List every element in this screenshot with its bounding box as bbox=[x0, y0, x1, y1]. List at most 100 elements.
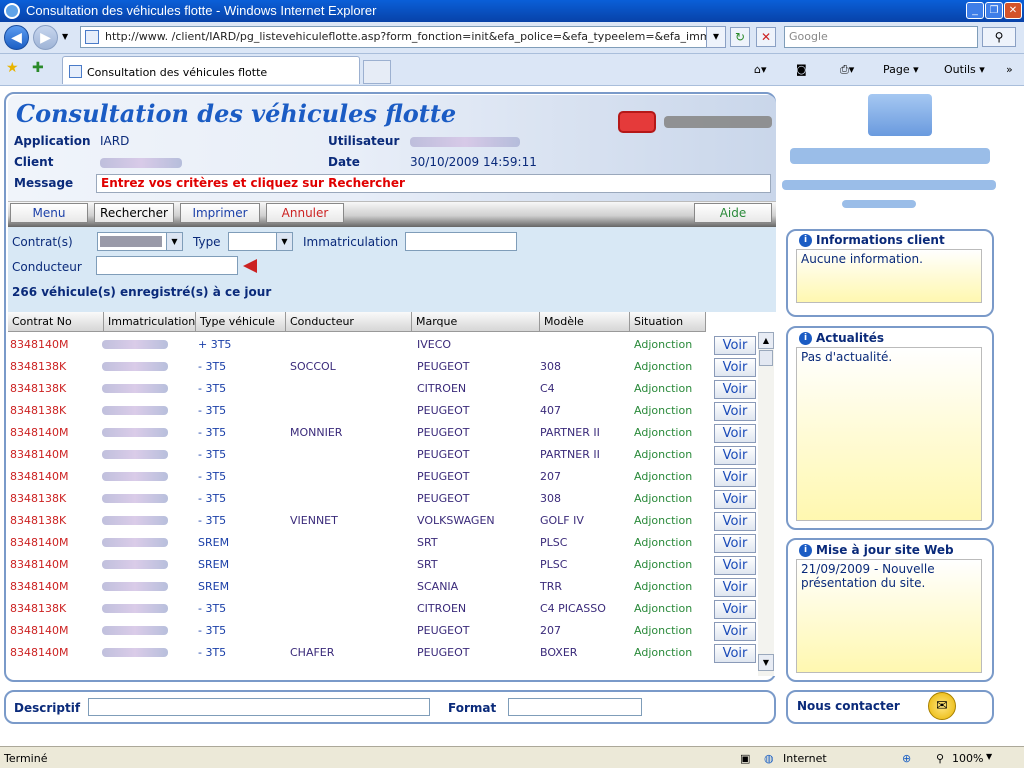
voir-button[interactable]: Voir bbox=[714, 578, 756, 597]
scroll-down-icon[interactable]: ▼ bbox=[758, 654, 774, 671]
contact-envelope-icon[interactable]: ✉ bbox=[928, 692, 956, 720]
table-row: 8348138K - 3T5 CITROEN C4 Adjonction Voir bbox=[8, 378, 758, 400]
maximize-button[interactable]: ❐ bbox=[985, 2, 1003, 19]
chevron-more-icon[interactable]: » bbox=[1006, 63, 1013, 76]
new-tab-button[interactable] bbox=[363, 60, 391, 84]
col-header-contrat[interactable]: Contrat No bbox=[8, 312, 104, 332]
window-titlebar: Consultation des véhicules flotte - Wind… bbox=[0, 0, 1024, 22]
info-icon: i bbox=[799, 544, 812, 557]
cell-modele: TRR bbox=[540, 580, 563, 593]
scroll-up-icon[interactable]: ▲ bbox=[758, 332, 774, 349]
voir-button[interactable]: Voir bbox=[714, 600, 756, 619]
page-title: Consultation des véhicules flotte bbox=[16, 99, 457, 128]
menu-button[interactable]: Menu bbox=[10, 203, 88, 223]
cell-contrat: 8348140M bbox=[10, 448, 69, 461]
cell-type: - 3T5 bbox=[198, 360, 227, 373]
cell-immatriculation-redacted bbox=[102, 362, 168, 371]
table-row: 8348140M SREM SCANIA TRR Adjonction Voir bbox=[8, 576, 758, 598]
search-arrow-icon[interactable] bbox=[243, 259, 257, 273]
application-value: IARD bbox=[100, 134, 130, 148]
stop-icon[interactable]: ✕ bbox=[756, 27, 776, 47]
cell-modele: PLSC bbox=[540, 536, 568, 549]
page-menu[interactable]: Page ▾ bbox=[883, 63, 919, 76]
history-dropdown-icon[interactable]: ▼ bbox=[62, 32, 68, 41]
col-header-immatriculation[interactable]: Immatriculation bbox=[104, 312, 196, 332]
feeds-icon[interactable]: ◙ bbox=[796, 63, 807, 76]
type-select[interactable]: ▼ bbox=[228, 232, 293, 251]
contrat-select[interactable]: ▼ bbox=[97, 232, 183, 251]
cell-immatriculation-redacted bbox=[102, 648, 168, 657]
tools-menu[interactable]: Outils ▾ bbox=[944, 63, 985, 76]
cell-immatriculation-redacted bbox=[102, 494, 168, 503]
voir-button[interactable]: Voir bbox=[714, 446, 756, 465]
search-icon[interactable]: ⚲ bbox=[982, 27, 1016, 47]
voir-button[interactable]: Voir bbox=[714, 402, 756, 421]
voir-button[interactable]: Voir bbox=[714, 424, 756, 443]
browser-tab[interactable]: Consultation des véhicules flotte bbox=[62, 56, 360, 84]
table-row: 8348140M - 3T5 PEUGEOT 207 Adjonction Voir bbox=[8, 620, 758, 642]
cell-contrat: 8348138K bbox=[10, 360, 67, 373]
scroll-thumb[interactable] bbox=[759, 350, 773, 366]
col-header-conducteur[interactable]: Conducteur bbox=[286, 312, 412, 332]
brand-logo bbox=[618, 111, 656, 133]
back-button[interactable]: ◀ bbox=[4, 25, 29, 50]
redacted-link bbox=[842, 200, 916, 208]
annuler-button[interactable]: Annuler bbox=[266, 203, 344, 223]
cell-marque: PEUGEOT bbox=[417, 646, 470, 659]
vehicle-count: 266 véhicule(s) enregistré(s) à ce jour bbox=[12, 285, 272, 299]
application-label: Application bbox=[14, 134, 91, 148]
voir-button[interactable]: Voir bbox=[714, 622, 756, 641]
col-header-type[interactable]: Type véhicule bbox=[196, 312, 286, 332]
zoom-icon[interactable]: ⚲ bbox=[936, 752, 944, 765]
immatriculation-input[interactable] bbox=[405, 232, 517, 251]
cell-marque: PEUGEOT bbox=[417, 470, 470, 483]
grid-scrollbar[interactable]: ▲ ▼ bbox=[758, 332, 774, 676]
cell-marque: SRT bbox=[417, 558, 438, 571]
voir-button[interactable]: Voir bbox=[714, 644, 756, 663]
minimize-button[interactable]: _ bbox=[966, 2, 984, 19]
add-favorite-icon[interactable]: ✚ bbox=[32, 60, 44, 76]
cell-situation: Adjonction bbox=[634, 404, 693, 417]
cell-type: SREM bbox=[198, 580, 230, 593]
format-input[interactable] bbox=[508, 698, 642, 716]
home-icon[interactable]: ⌂▾ bbox=[754, 63, 767, 76]
col-header-marque[interactable]: Marque bbox=[412, 312, 540, 332]
voir-button[interactable]: Voir bbox=[714, 512, 756, 531]
voir-button[interactable]: Voir bbox=[714, 468, 756, 487]
favorites-star-icon[interactable]: ★ bbox=[6, 60, 19, 76]
cell-marque: IVECO bbox=[417, 338, 452, 351]
zoom-text[interactable]: 100% bbox=[952, 752, 983, 765]
protected-mode-icon: ▣ bbox=[740, 752, 751, 765]
voir-button[interactable]: Voir bbox=[714, 358, 756, 377]
aide-button[interactable]: Aide bbox=[694, 203, 772, 223]
address-input[interactable]: http://www. /client/IARD/pg_listevehicul… bbox=[80, 26, 720, 48]
address-dropdown-icon[interactable]: ▾ bbox=[706, 26, 726, 48]
security-icon[interactable]: ⊕ bbox=[902, 752, 911, 765]
close-button[interactable]: ✕ bbox=[1004, 2, 1022, 19]
format-label: Format bbox=[448, 701, 497, 715]
table-row: 8348138K - 3T5 SOCCOL PEUGEOT 308 Adjonction V… bbox=[8, 356, 758, 378]
voir-button[interactable]: Voir bbox=[714, 534, 756, 553]
print-icon[interactable]: ⎙▾ bbox=[840, 63, 854, 77]
page-menu-label: Page bbox=[883, 63, 910, 76]
rechercher-button[interactable]: Rechercher bbox=[94, 203, 174, 223]
table-row: 8348140M SREM SRT PLSC Adjonction Voir bbox=[8, 532, 758, 554]
info-client-title: Informations client bbox=[816, 233, 945, 247]
refresh-icon[interactable]: ↻ bbox=[730, 27, 750, 47]
col-header-modele[interactable]: Modèle bbox=[540, 312, 630, 332]
conducteur-input[interactable] bbox=[96, 256, 238, 275]
search-input[interactable]: Google bbox=[784, 26, 978, 48]
voir-button[interactable]: Voir bbox=[714, 336, 756, 355]
cell-type: - 3T5 bbox=[198, 426, 227, 439]
status-bar: Terminé ▣ ◍ Internet ⊕ ⚲ 100% ▼ bbox=[0, 746, 1024, 768]
descriptif-input[interactable] bbox=[88, 698, 430, 716]
imprimer-button[interactable]: Imprimer bbox=[180, 203, 260, 223]
col-header-situation[interactable]: Situation bbox=[630, 312, 706, 332]
contact-label[interactable]: Nous contacter bbox=[797, 699, 900, 713]
voir-button[interactable]: Voir bbox=[714, 490, 756, 509]
zoom-dropdown-icon[interactable]: ▼ bbox=[986, 752, 992, 761]
voir-button[interactable]: Voir bbox=[714, 380, 756, 399]
voir-button[interactable]: Voir bbox=[714, 556, 756, 575]
forward-button[interactable]: ▶ bbox=[33, 25, 58, 50]
cell-immatriculation-redacted bbox=[102, 406, 168, 415]
